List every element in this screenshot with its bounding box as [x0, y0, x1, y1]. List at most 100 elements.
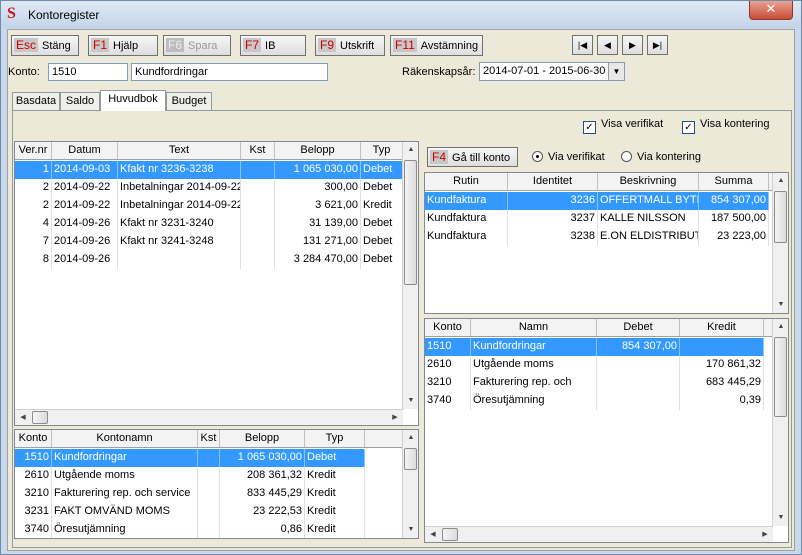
table-row[interactable]: Kundfaktura3238E.ON ELDISTRIBUTIC23 223,… — [425, 228, 769, 246]
first-record-icon[interactable]: |◀ — [572, 35, 593, 55]
cell-date: 2014-09-22 — [52, 179, 118, 197]
tab-saldo[interactable]: Saldo — [60, 92, 100, 110]
source-vertical-scrollbar[interactable]: ▲ ▼ — [772, 173, 788, 313]
table-row[interactable]: 1510 Kundfordringar 854 307,00 — [425, 338, 764, 356]
scroll-up-icon[interactable]: ▲ — [403, 142, 418, 158]
column-header[interactable]: Konto — [15, 430, 52, 447]
table-row[interactable]: 3740 Öresutjämning 0,39 — [425, 392, 764, 410]
print-button[interactable]: F9 Utskrift — [315, 35, 385, 56]
scroll-left-icon[interactable]: ◀ — [425, 527, 441, 542]
table-row[interactable]: 2 2014-09-22 Inbetalningar 2014-09-22 3 621… — [15, 197, 403, 215]
summary-vertical-scrollbar[interactable]: ▲ ▼ — [402, 430, 418, 538]
column-header[interactable]: Kredit — [680, 319, 764, 336]
column-header[interactable]: Kontonamn — [52, 430, 198, 447]
scroll-thumb[interactable] — [404, 160, 417, 285]
column-header[interactable]: Beskrivning — [598, 173, 699, 190]
goto-account-label: Gå till konto — [452, 152, 511, 164]
cell-konto: 3210 — [425, 374, 471, 392]
table-row[interactable]: 2610 Utgående moms 170 861,32 — [425, 356, 764, 374]
cell-type: Debet — [361, 251, 403, 269]
column-header[interactable]: Belopp — [275, 142, 361, 159]
column-header[interactable]: Belopp — [220, 430, 305, 447]
column-header[interactable]: Typ — [305, 430, 365, 447]
scroll-left-icon[interactable]: ◀ — [15, 410, 31, 425]
scroll-thumb[interactable] — [32, 411, 48, 424]
column-header[interactable]: Identitet — [508, 173, 598, 190]
table-row[interactable]: 3210 Fakturering rep. och 683 445,29 — [425, 374, 764, 392]
cell-amount: 0,86 — [220, 521, 305, 538]
scroll-thumb[interactable] — [442, 528, 458, 541]
ib-button[interactable]: F7 IB — [240, 35, 306, 56]
posting-vertical-scrollbar[interactable]: ▲ ▼ — [772, 319, 788, 526]
title-bar[interactable]: S Kontoregister ✕ — [1, 1, 801, 28]
scroll-thumb[interactable] — [774, 191, 787, 243]
table-row[interactable]: 3210 Fakturering rep. och service 833 445,… — [15, 485, 365, 503]
cell-konto: 2610 — [425, 356, 471, 374]
column-header[interactable]: Konto — [425, 319, 471, 336]
table-row[interactable]: 2 2014-09-22 Inbetalningar 2014-09-22 300,0… — [15, 179, 403, 197]
cell-kst — [241, 215, 275, 233]
scroll-down-icon[interactable]: ▼ — [773, 297, 788, 313]
help-button[interactable]: F1 Hjälp — [88, 35, 158, 56]
previous-record-icon[interactable]: ◀ — [597, 35, 618, 55]
table-row[interactable]: 7 2014-09-26 Kfakt nr 3241-3248 131 271,00 D… — [15, 233, 403, 251]
column-header[interactable]: Namn — [471, 319, 597, 336]
reconcile-button[interactable]: F11 Avstämning — [390, 35, 483, 56]
scroll-right-icon[interactable]: ▶ — [387, 410, 403, 425]
tab-huvudbok[interactable]: Huvudbok — [100, 90, 166, 111]
scroll-thumb[interactable] — [774, 337, 787, 417]
column-header[interactable]: Typ — [361, 142, 403, 159]
goto-account-button[interactable]: F4 Gå till konto — [427, 147, 518, 167]
cell-kontonamn: Kundfordringar — [52, 449, 198, 467]
posting-horizontal-scrollbar[interactable]: ◀ ▶ — [425, 526, 773, 542]
table-row[interactable]: 3231 FAKT OMVÄND MOMS 23 222,53 Kredit — [15, 503, 365, 521]
column-header[interactable]: Datum — [52, 142, 118, 159]
close-button[interactable]: Esc Stäng — [11, 35, 79, 56]
table-row[interactable]: 3740 Öresutjämning 0,86 Kredit — [15, 521, 365, 538]
table-row[interactable]: 1 2014-09-03 Kfakt nr 3236-3238 1 065 030,0… — [15, 161, 403, 179]
fiscal-year-select[interactable]: 2014-07-01 - 2015-06-30 ▼ — [479, 62, 625, 81]
scroll-up-icon[interactable]: ▲ — [773, 319, 788, 335]
last-record-icon[interactable]: ▶| — [647, 35, 668, 55]
table-row[interactable]: 8 2014-09-26 3 284 470,00 Debet — [15, 251, 403, 269]
account-number-field[interactable]: 1510 — [48, 63, 128, 81]
close-window-button[interactable]: ✕ — [749, 1, 793, 20]
column-header[interactable]: Summa — [699, 173, 769, 190]
chevron-down-icon[interactable]: ▼ — [608, 63, 624, 80]
account-name-field[interactable]: Kundfordringar — [131, 63, 328, 81]
tab-basdata[interactable]: Basdata — [12, 92, 60, 110]
table-row[interactable]: 2610 Utgående moms 208 361,32 Kredit — [15, 467, 365, 485]
source-document-grid[interactable]: Rutin Identitet Beskrivning Summa Kundfa… — [424, 172, 789, 314]
cell-kontonamn: Fakturering rep. och service — [52, 485, 198, 503]
visa-verifikat-checkbox[interactable]: ✓ Visa verifikat — [583, 118, 663, 134]
scroll-up-icon[interactable]: ▲ — [773, 173, 788, 189]
posting-grid[interactable]: Konto Namn Debet Kredit 1510 Kundfordring… — [424, 318, 789, 543]
ledger-grid[interactable]: Ver.nr Datum Text Kst Belopp Typ 1 2014-0… — [14, 141, 419, 426]
table-row[interactable]: Kundfaktura 3237 KALLE NILSSON 187 500,00 — [425, 210, 769, 228]
tab-budget[interactable]: Budget — [166, 92, 212, 110]
ledger-vertical-scrollbar[interactable]: ▲ ▼ — [402, 142, 418, 409]
column-header[interactable]: Text — [118, 142, 241, 159]
via-kontering-radio[interactable]: Via kontering — [621, 151, 701, 163]
column-header[interactable]: Kst — [198, 430, 220, 447]
table-row[interactable]: Kundfaktura 3236 OFFERTMALL BYTE 854 307,00 — [425, 192, 769, 210]
column-header[interactable]: Debet — [597, 319, 680, 336]
via-verifikat-radio[interactable]: Via verifikat — [532, 151, 605, 163]
account-summary-grid[interactable]: Konto Kontonamn Kst Belopp Typ 1510 Kundf… — [14, 429, 419, 539]
next-record-icon[interactable]: ▶ — [622, 35, 643, 55]
column-header[interactable]: Kst — [241, 142, 275, 159]
save-button[interactable]: F6 Spara — [163, 35, 231, 56]
column-header[interactable]: Ver.nr — [15, 142, 52, 159]
scroll-right-icon[interactable]: ▶ — [757, 527, 773, 542]
table-row[interactable]: 4 2014-09-26 Kfakt nr 3231-3240 31 139,00 De… — [15, 215, 403, 233]
scroll-thumb[interactable] — [404, 448, 417, 470]
column-header[interactable]: Rutin — [425, 173, 508, 190]
scroll-down-icon[interactable]: ▼ — [403, 393, 418, 409]
ledger-horizontal-scrollbar[interactable]: ◀ ▶ — [15, 409, 403, 425]
visa-kontering-checkbox[interactable]: ✓ Visa kontering — [682, 118, 770, 134]
scroll-down-icon[interactable]: ▼ — [773, 510, 788, 526]
source-header: Rutin Identitet Beskrivning Summa — [425, 173, 773, 191]
scroll-up-icon[interactable]: ▲ — [403, 430, 418, 446]
table-row[interactable]: 1510 Kundfordringar 1 065 030,00 Debet — [15, 449, 365, 467]
scroll-down-icon[interactable]: ▼ — [403, 522, 418, 538]
